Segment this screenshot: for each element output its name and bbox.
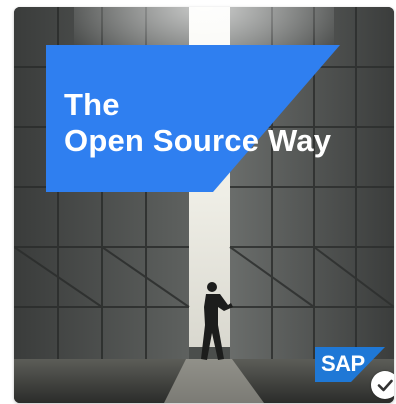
title-line-1: The xyxy=(64,87,120,122)
screen: The Open Source Way SAP xyxy=(0,0,396,404)
sap-logo-text: SAP xyxy=(321,351,365,376)
cover-photo xyxy=(14,7,394,403)
tile-title: The Open Source Way xyxy=(64,87,331,159)
check-icon xyxy=(371,371,394,399)
cover-tile[interactable]: The Open Source Way SAP xyxy=(14,7,394,403)
title-line-2: Open Source Way xyxy=(64,123,332,158)
